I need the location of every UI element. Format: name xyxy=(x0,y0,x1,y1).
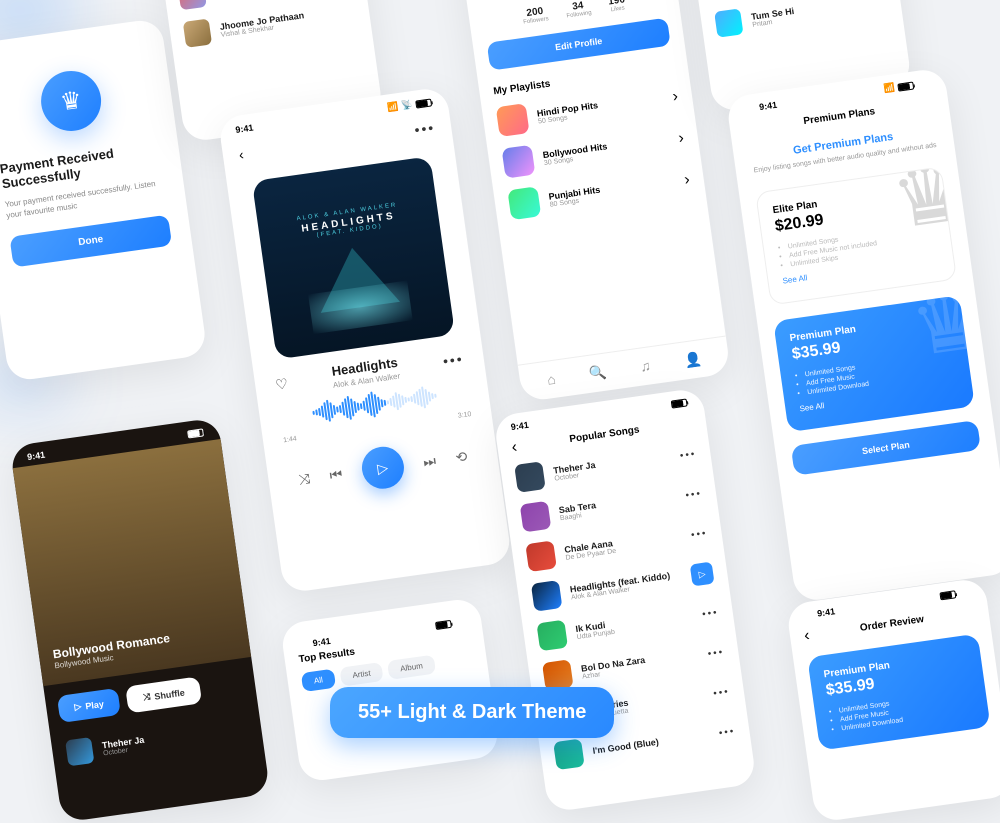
more-button[interactable]: ••• xyxy=(707,646,725,659)
battery-icon xyxy=(187,428,204,438)
battery-icon xyxy=(939,590,956,600)
battery-icon xyxy=(415,98,432,108)
more-button[interactable]: ••• xyxy=(685,488,703,501)
review-plan-card: Premium Plan $35.99 Unlimited Songs Add … xyxy=(807,634,990,751)
more-button[interactable]: ••• xyxy=(690,527,708,540)
profile-nav-icon[interactable]: 👤 xyxy=(683,350,703,369)
chevron-right-icon: › xyxy=(671,88,679,107)
song-thumbnail xyxy=(525,540,557,572)
following-stat[interactable]: 34Following xyxy=(565,0,592,20)
signal-icon: 📶 xyxy=(883,82,896,94)
album-artwork: ALOK & ALAN WALKER HEADLIGHTS (FEAT. KID… xyxy=(252,156,455,359)
song-thumbnail xyxy=(536,620,568,652)
song-thumbnail xyxy=(514,461,546,493)
shuffle-icon: ⤨ xyxy=(143,691,152,703)
likes-stat[interactable]: 190Likes xyxy=(608,0,627,13)
home-nav-icon[interactable]: ⌂ xyxy=(546,371,557,389)
status-time: 9:41 xyxy=(235,122,254,134)
order-review-screen: 9:41 ‹Order Review Premium Plan $35.99 U… xyxy=(786,577,1000,823)
chevron-right-icon: › xyxy=(677,130,685,149)
battery-icon xyxy=(897,81,914,91)
select-plan-button[interactable]: Select Plan xyxy=(791,420,981,476)
see-all-link[interactable]: See All xyxy=(782,273,808,285)
song-thumbnail xyxy=(65,737,94,766)
song-thumbnail xyxy=(183,18,212,47)
playlist-detail-screen: 9:41 Bollywood Romance Bollywood Music ▷… xyxy=(10,417,271,823)
more-button[interactable]: ••• xyxy=(679,448,697,461)
playlist-thumbnail xyxy=(507,186,541,220)
signal-icon: 📶 xyxy=(387,101,400,113)
song-thumbnail xyxy=(553,738,585,770)
filter-pill-album[interactable]: Album xyxy=(387,655,436,680)
shuffle-button[interactable]: ⤨Shuffle xyxy=(126,676,203,713)
wifi-icon: 📡 xyxy=(401,99,414,111)
elite-plan-card[interactable]: ♛ Elite Plan $20.99 Unlimited Songs Add … xyxy=(755,166,957,305)
battery-icon xyxy=(671,398,688,408)
play-button[interactable]: ▷ xyxy=(359,444,406,491)
play-icon: ▷ xyxy=(74,701,82,713)
crown-icon: ♛ xyxy=(58,85,83,117)
track-more-button[interactable]: ••• xyxy=(442,351,465,370)
next-button[interactable]: ⏭ xyxy=(422,452,437,471)
followers-stat[interactable]: 200Followers xyxy=(521,5,549,25)
repeat-button[interactable]: ⟲ xyxy=(454,447,468,465)
shuffle-button[interactable]: ⤨ xyxy=(298,470,311,488)
popular-songs-screen: 9:41 ‹Popular Songs Theher JaOctober •••… xyxy=(493,387,757,812)
playlist-hero-image: Bollywood Romance Bollywood Music xyxy=(13,439,252,686)
filter-pill-all[interactable]: All xyxy=(301,669,336,692)
library-nav-icon[interactable]: ♫ xyxy=(639,357,652,375)
play-button[interactable]: ▷Play xyxy=(57,688,122,723)
playlist-thumbnail xyxy=(496,103,530,137)
filter-pill-artist[interactable]: Artist xyxy=(339,662,383,687)
back-button[interactable]: ‹ xyxy=(238,146,245,162)
song-thumbnail xyxy=(520,501,552,533)
more-button[interactable]: ••• xyxy=(701,607,719,620)
song-thumbnail xyxy=(177,0,206,10)
see-all-link[interactable]: See All xyxy=(799,401,825,413)
play-button[interactable]: ▷ xyxy=(690,562,715,587)
chevron-right-icon: › xyxy=(683,171,691,190)
song-thumbnail xyxy=(531,580,563,612)
more-button[interactable]: ••• xyxy=(718,725,736,738)
player-screen: 9:41 📶📡 ‹ ••• ALOK & ALAN WALKER HEADLIG… xyxy=(218,86,513,593)
bottom-nav: ⌂ 🔍 ♫ 👤 xyxy=(518,336,731,403)
more-button[interactable]: ••• xyxy=(413,119,436,138)
prev-button[interactable]: ⏮ xyxy=(328,465,343,484)
search-nav-icon[interactable]: 🔍 xyxy=(588,364,608,383)
song-thumbnail xyxy=(714,8,743,37)
premium-screen: 9:41 📶 Premium Plans Get Premium Plans E… xyxy=(726,67,1000,603)
playlist-thumbnail xyxy=(502,145,536,179)
theme-count-badge: 55+ Light & Dark Theme xyxy=(330,687,614,738)
premium-plan-card[interactable]: ♛ Premium Plan $35.99 Unlimited Songs Ad… xyxy=(773,295,975,432)
favorite-button[interactable]: ♡ xyxy=(274,375,289,394)
battery-icon xyxy=(435,620,452,630)
list-item[interactable]: Tum Se HiPritam xyxy=(713,0,889,44)
crown-badge: ♛ xyxy=(37,67,105,135)
profile-screen: John Watson 200Followers 34Following 190… xyxy=(459,0,731,402)
done-button[interactable]: Done xyxy=(9,215,172,268)
more-button[interactable]: ••• xyxy=(713,686,731,699)
